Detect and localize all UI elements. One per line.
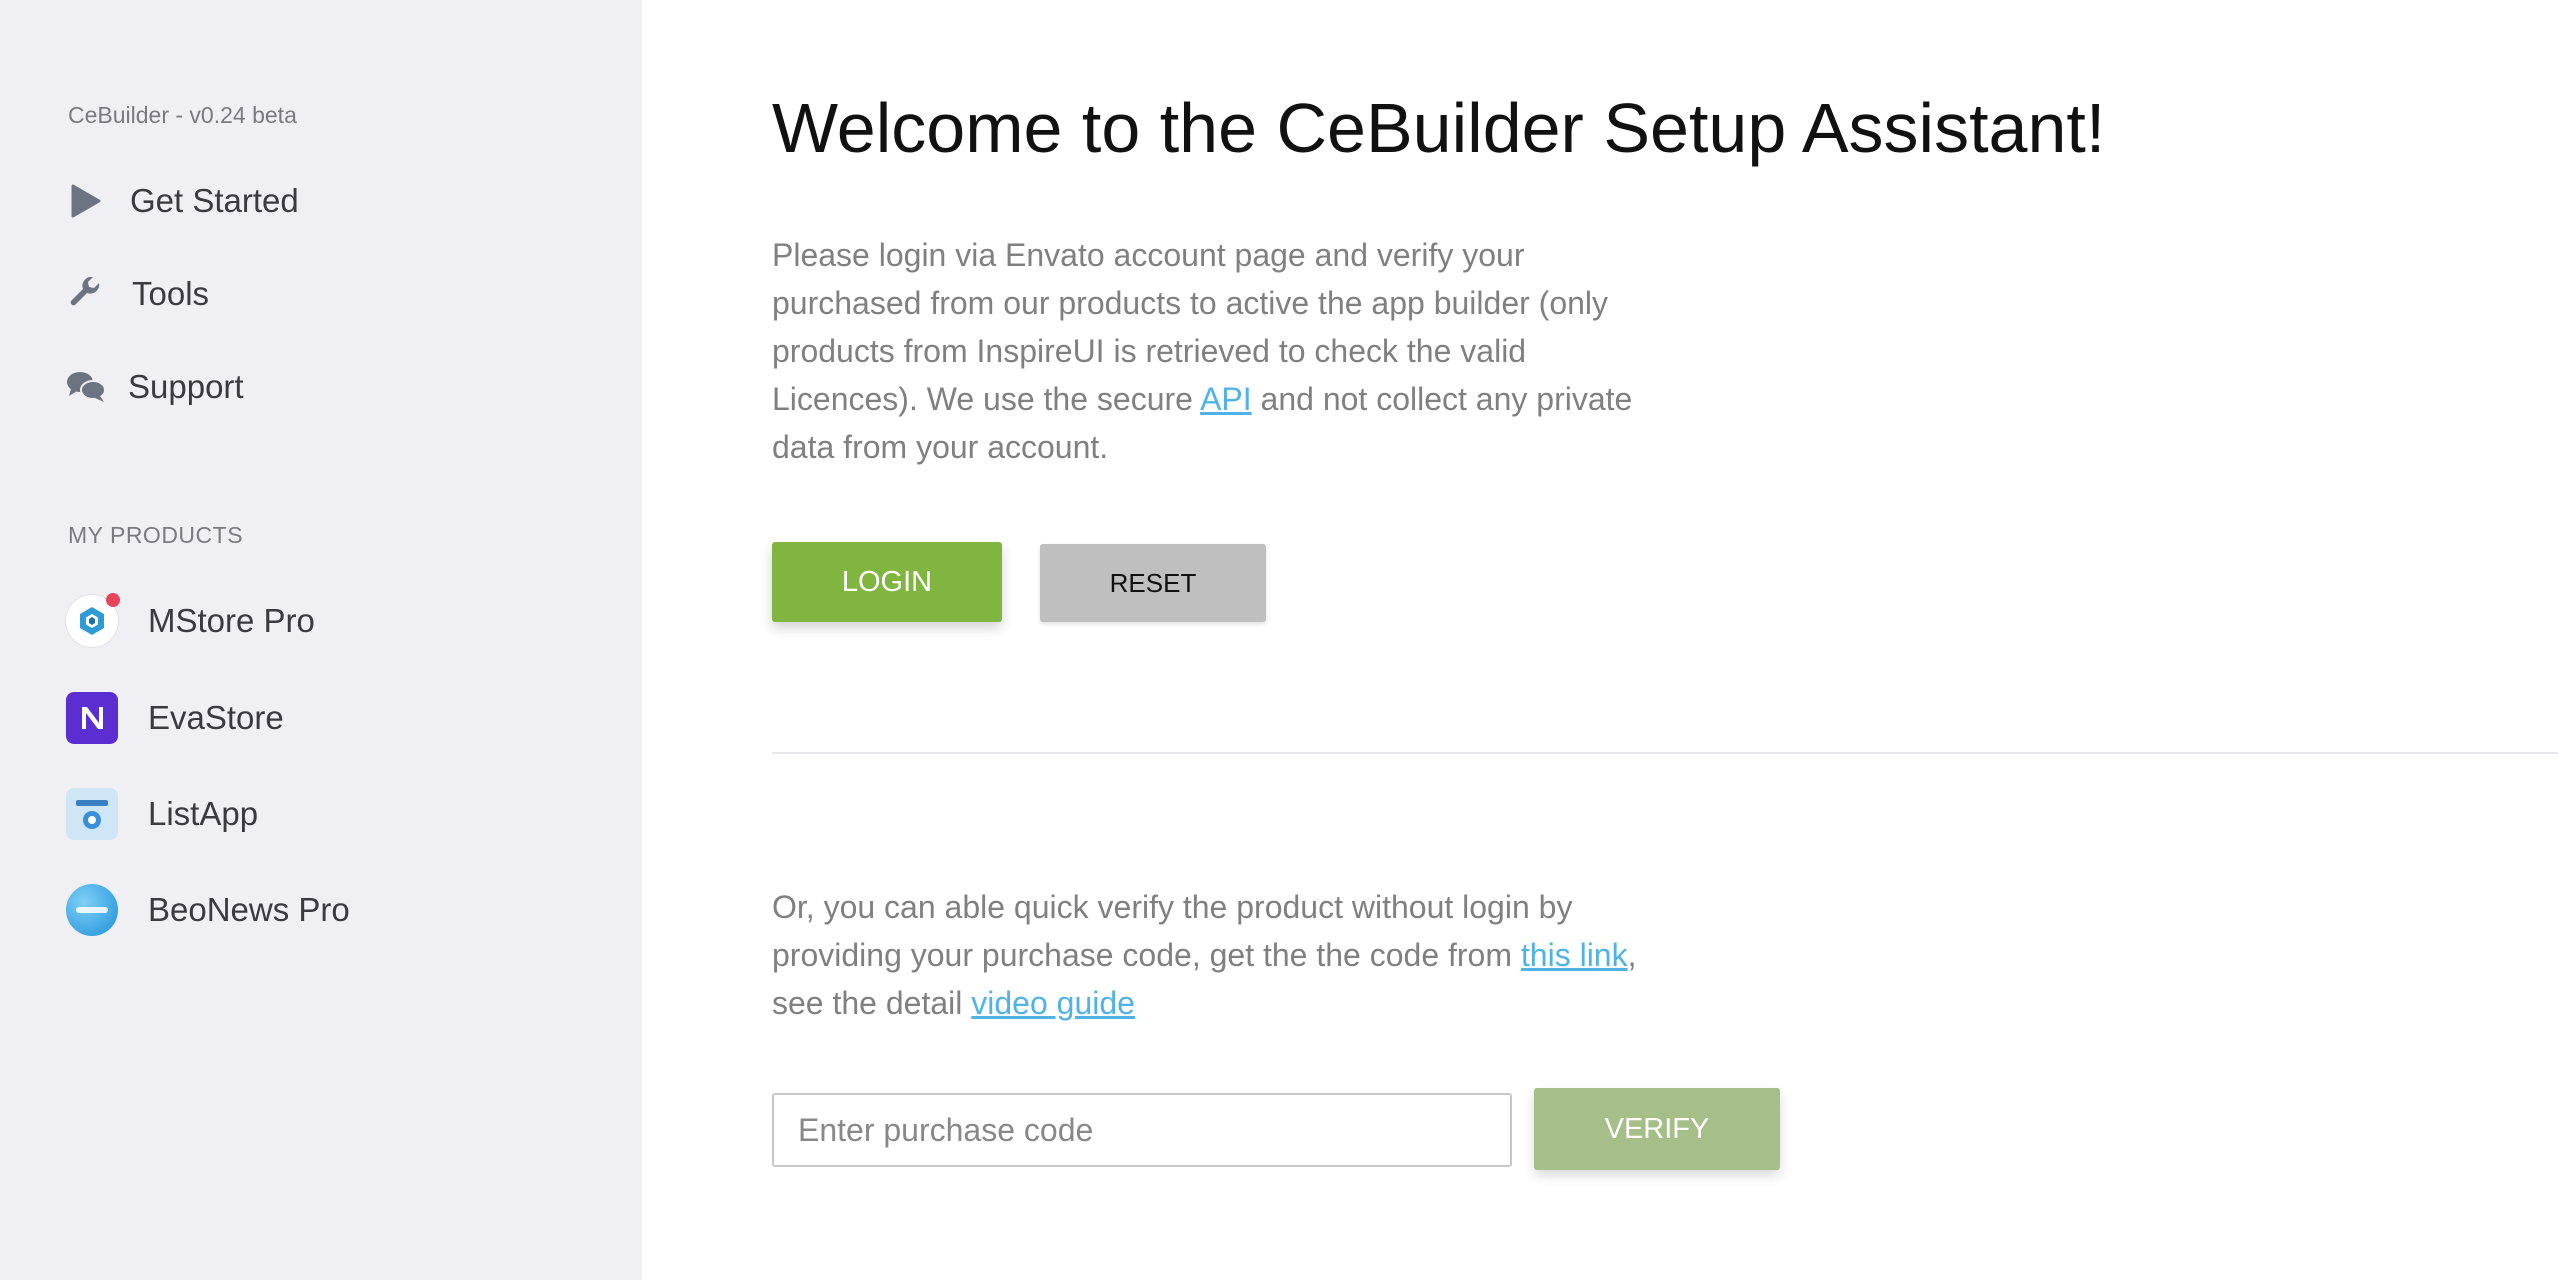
product-item-evastore[interactable]: EvaStore bbox=[66, 692, 284, 744]
beonews-logo-icon bbox=[66, 884, 118, 936]
my-products-heading: MY PRODUCTS bbox=[68, 522, 244, 548]
api-link[interactable]: API bbox=[1200, 381, 1252, 417]
play-icon bbox=[66, 181, 106, 221]
purchase-code-input[interactable] bbox=[772, 1093, 1512, 1167]
login-button[interactable]: LOGIN bbox=[772, 542, 1002, 622]
page-title: Welcome to the CeBuilder Setup Assistant… bbox=[772, 89, 2106, 167]
wrench-icon bbox=[66, 274, 106, 314]
app-version: CeBuilder - v0.24 beta bbox=[68, 102, 297, 128]
product-label: EvaStore bbox=[148, 699, 284, 736]
reset-button[interactable]: RESET bbox=[1040, 544, 1266, 622]
video-guide-link[interactable]: video guide bbox=[971, 985, 1135, 1021]
nav-label: Support bbox=[128, 368, 244, 405]
product-label: ListApp bbox=[148, 795, 259, 832]
product-label: BeoNews Pro bbox=[148, 891, 350, 928]
this-link[interactable]: this link bbox=[1521, 937, 1628, 973]
product-item-listapp[interactable]: ListApp bbox=[66, 788, 258, 840]
main-content: Welcome to the CeBuilder Setup Assistant… bbox=[642, 0, 2558, 1280]
notification-dot bbox=[106, 593, 120, 607]
section-divider bbox=[772, 752, 2558, 754]
mstore-logo-icon bbox=[66, 593, 120, 647]
chat-bubbles-icon bbox=[66, 367, 106, 407]
product-item-mstore-pro[interactable]: MStore Pro bbox=[66, 593, 315, 647]
quick-verify-instructions: Or, you can able quick verify the produc… bbox=[772, 883, 1652, 1027]
nav-item-get-started[interactable]: Get Started bbox=[66, 181, 299, 221]
login-instructions: Please login via Envato account page and… bbox=[772, 231, 1652, 471]
product-item-beonews-pro[interactable]: BeoNews Pro bbox=[66, 884, 350, 936]
nav-item-tools[interactable]: Tools bbox=[66, 274, 209, 314]
product-label: MStore Pro bbox=[148, 602, 315, 639]
nav-label: Get Started bbox=[130, 182, 299, 219]
evastore-logo-icon bbox=[66, 692, 118, 744]
quick-text-start: Or, you can able quick verify the produc… bbox=[772, 889, 1573, 973]
nav-item-support[interactable]: Support bbox=[66, 367, 244, 407]
sidebar: CeBuilder - v0.24 beta Get Started Tools bbox=[0, 0, 642, 1280]
app-root: CeBuilder - v0.24 beta Get Started Tools bbox=[0, 0, 2558, 1280]
nav-label: Tools bbox=[132, 275, 210, 312]
verify-button[interactable]: VERIFY bbox=[1534, 1088, 1780, 1170]
listapp-logo-icon bbox=[66, 788, 118, 840]
